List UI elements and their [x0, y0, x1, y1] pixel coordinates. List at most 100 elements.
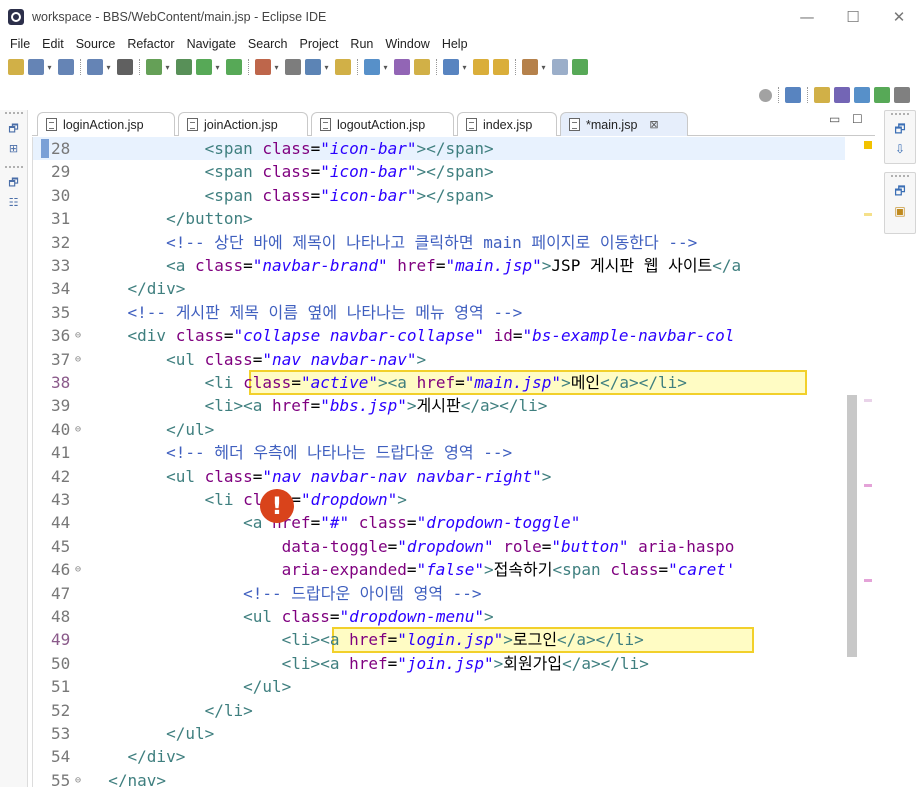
close-button[interactable]: ✕ — [876, 0, 922, 34]
debug-icon[interactable] — [146, 59, 162, 75]
occurrence-marker[interactable] — [864, 213, 872, 216]
restore-icon[interactable]: 🗗 — [892, 183, 908, 199]
scrollbar-thumb[interactable] — [847, 395, 857, 657]
code-line[interactable]: 47 <!-- 드랍다운 아이템 영역 --> — [33, 582, 845, 605]
menu-project[interactable]: Project — [294, 37, 345, 51]
outline-icon[interactable]: ☷ — [7, 196, 21, 210]
maximize-editor-icon[interactable]: ☐ — [852, 112, 863, 126]
search-icon[interactable] — [443, 59, 459, 75]
dropdown-arrow-icon[interactable]: ▾ — [46, 59, 53, 75]
run-icon[interactable] — [196, 59, 212, 75]
menu-source[interactable]: Source — [70, 37, 122, 51]
code-line[interactable]: 50 <li><a href="join.jsp">회원가입</a></li> — [33, 652, 845, 675]
link-icon[interactable] — [117, 59, 133, 75]
code-line[interactable]: 54 </div> — [33, 745, 845, 768]
profile-icon[interactable] — [255, 59, 271, 75]
annotation-prev-icon[interactable] — [493, 59, 509, 75]
dropdown-arrow-icon[interactable]: ▾ — [323, 59, 330, 75]
restore-icon[interactable]: 🗗 — [892, 121, 908, 137]
code-line[interactable]: 30 <span class="icon-bar"></span> — [33, 184, 845, 207]
code-line[interactable]: 34 </div> — [33, 277, 845, 300]
code-line[interactable]: 51 </ul> — [33, 675, 845, 698]
java-ee-perspective-icon[interactable] — [814, 87, 830, 103]
fold-toggle-icon[interactable]: ⊖ — [75, 769, 81, 787]
forward-icon[interactable] — [552, 59, 568, 75]
code-line[interactable]: 40 ⊖ </ul> — [33, 418, 845, 441]
menu-edit[interactable]: Edit — [36, 37, 70, 51]
code-line[interactable]: 37 ⊖ <ul class="nav navbar-nav"> — [33, 348, 845, 371]
code-line[interactable]: 42 <ul class="nav navbar-nav navbar-righ… — [33, 465, 845, 488]
minimize-editor-icon[interactable]: ▭ — [829, 112, 840, 126]
dropdown-arrow-icon[interactable]: ▾ — [105, 59, 112, 75]
save-icon[interactable] — [28, 59, 44, 75]
back-icon[interactable] — [522, 59, 538, 75]
dropdown-arrow-icon[interactable]: ▾ — [461, 59, 468, 75]
code-line[interactable]: 53 </ul> — [33, 722, 845, 745]
menu-window[interactable]: Window — [379, 37, 435, 51]
menu-navigate[interactable]: Navigate — [181, 37, 242, 51]
code-line[interactable]: 43 <li class="dropdown"> — [33, 488, 845, 511]
code-line[interactable]: 39 <li><a href="bbs.jsp">게시판</a></li> — [33, 394, 845, 417]
search-icon[interactable] — [759, 88, 772, 102]
fold-toggle-icon[interactable]: ⊖ — [75, 348, 81, 371]
panel-grip[interactable] — [4, 112, 23, 116]
vertical-scrollbar[interactable] — [845, 137, 859, 787]
dropdown-arrow-icon[interactable]: ▾ — [273, 59, 280, 75]
tab-mainjsp[interactable]: *main.jsp ⊠ — [560, 112, 688, 136]
code-line[interactable]: 41 <!-- 헤더 우측에 나타나는 드랍다운 영역 --> — [33, 441, 845, 464]
code-line[interactable]: 38 <li class="active"><a href="main.jsp"… — [33, 371, 845, 394]
code-line[interactable]: 29 <span class="icon-bar"></span> — [33, 160, 845, 183]
team-perspective-icon[interactable] — [894, 87, 910, 103]
dropdown-arrow-icon[interactable]: ▾ — [540, 59, 547, 75]
open-perspective-icon[interactable] — [785, 87, 801, 103]
code-line[interactable]: 49 <li><a href="login.jsp">로그인</a></li> — [33, 628, 845, 651]
panel-grip[interactable] — [891, 113, 909, 117]
code-line[interactable]: 28 <span class="icon-bar"></span> — [33, 137, 845, 161]
debug-perspective-icon[interactable] — [834, 87, 850, 103]
code-line[interactable]: 45 data-toggle="dropdown" role="button" … — [33, 535, 845, 558]
git-perspective-icon[interactable] — [874, 87, 890, 103]
warning-marker[interactable] — [864, 141, 872, 149]
new-class-icon[interactable] — [364, 59, 380, 75]
code-line[interactable]: 36 ⊖ <div class="collapse navbar-collapse… — [33, 324, 845, 347]
new-package-icon[interactable] — [335, 59, 351, 75]
code-editor[interactable]: 28 <span class="icon-bar"></span> 29 <spa… — [32, 137, 875, 787]
error-icon[interactable]: ! — [260, 489, 294, 523]
panel-grip[interactable] — [4, 166, 23, 170]
save-all-icon[interactable] — [58, 59, 74, 75]
code-line[interactable]: 46 ⊖ aria-expanded="false">접속하기<span clas… — [33, 558, 845, 581]
java-perspective-icon[interactable] — [854, 87, 870, 103]
code-line[interactable]: 55 ⊖ </nav> — [33, 769, 845, 787]
menu-help[interactable]: Help — [436, 37, 474, 51]
annotation-next-icon[interactable] — [473, 59, 489, 75]
project-explorer-icon[interactable]: ⊞ — [7, 142, 21, 156]
dropdown-arrow-icon[interactable]: ▾ — [382, 59, 389, 75]
maximize-button[interactable]: ☐ — [830, 0, 876, 34]
open-task-icon[interactable] — [414, 59, 430, 75]
code-line[interactable]: 48 <ul class="dropdown-menu"> — [33, 605, 845, 628]
new-icon[interactable] — [8, 59, 24, 75]
code-line[interactable]: 35 <!-- 게시판 제목 이름 옆에 나타나는 메뉴 영역 --> — [33, 301, 845, 324]
code-line[interactable]: 31 </button> — [33, 207, 845, 230]
code-line[interactable]: 33 <a class="navbar-brand" href="main.js… — [33, 254, 845, 277]
restore-icon[interactable]: 🗗 — [7, 176, 21, 190]
tab-indexjsp[interactable]: index.jsp — [457, 112, 557, 136]
code-line[interactable]: 32 <!-- 상단 바에 제목이 나타나고 클릭하면 main 페이지로 이동… — [33, 231, 845, 254]
menu-refactor[interactable]: Refactor — [121, 37, 180, 51]
git-repo-icon[interactable]: ▣ — [892, 203, 908, 219]
close-tab-icon[interactable]: ⊠ — [649, 118, 658, 131]
menu-file[interactable]: File — [4, 37, 36, 51]
terminal-icon[interactable] — [285, 59, 301, 75]
fold-toggle-icon[interactable]: ⊖ — [75, 558, 81, 581]
fold-toggle-icon[interactable]: ⊖ — [75, 324, 81, 347]
code-line[interactable]: 52 </li> — [33, 699, 845, 722]
run-config-icon[interactable] — [226, 59, 242, 75]
menu-search[interactable]: Search — [242, 37, 294, 51]
code-line[interactable]: 44 <a href="#" class="dropdown-toggle" — [33, 511, 845, 534]
new-server-icon[interactable] — [305, 59, 321, 75]
restore-icon[interactable]: 🗗 — [7, 122, 21, 136]
tab-logoutactionjsp[interactable]: logoutAction.jsp — [311, 112, 454, 136]
annotation-marker[interactable] — [864, 579, 872, 582]
menu-run[interactable]: Run — [344, 37, 379, 51]
overview-ruler[interactable] — [861, 137, 875, 787]
